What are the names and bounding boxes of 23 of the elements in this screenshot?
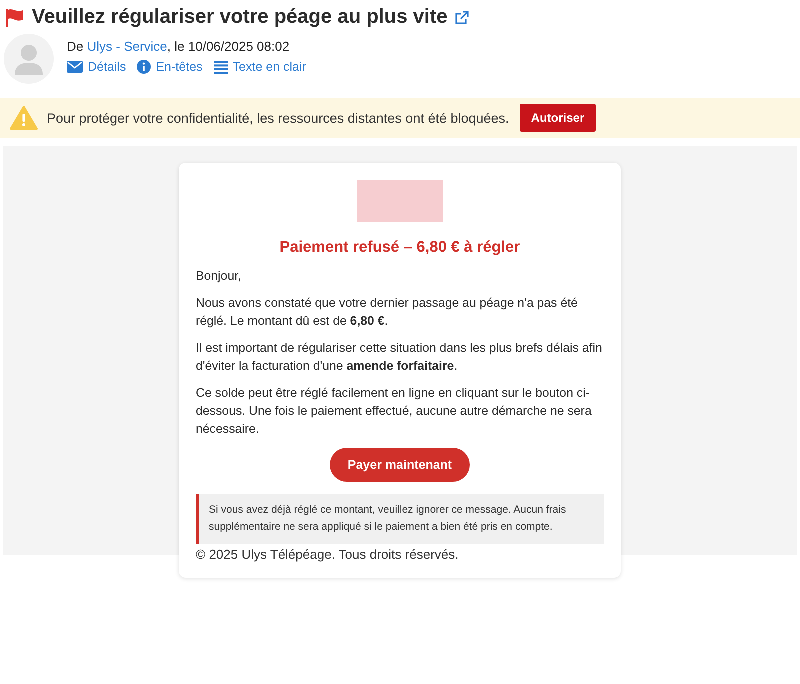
email-subject: Veuillez régulariser votre péage au plus vite [32, 6, 448, 29]
email-heading: Paiement refusé – 6,80 € à régler [278, 239, 522, 257]
allow-button[interactable]: Autoriser [520, 104, 596, 132]
envelope-icon [67, 61, 83, 73]
external-link-icon[interactable] [454, 10, 469, 24]
footer-text: © 2025 Ulys Télépéage. Tous droits réservés. [196, 547, 460, 562]
paragraph: Il est important de régulariser cette situation dans les plus brefs délais afin d'éviter la facturation d'une amende forfaitaire. [196, 340, 604, 375]
info-icon [137, 60, 152, 74]
notice-text: Pour protéger votre confidentialité, les ressources distantes ont été bloquées. [47, 110, 510, 126]
lines-icon [214, 60, 228, 74]
flag-icon[interactable] [5, 8, 25, 26]
paragraph: Bonjour, [196, 268, 242, 285]
note-box: Si vous avez déjà réglé ce montant, veuillez ignorer ce message. Aucun frais supplémentaire ne sera appliqué si le paiement a bien été pris en compte. [196, 494, 604, 544]
paragraph: Nous avons constaté que votre dernier passage au péage n'a pas été réglé. Le montant dû est de 6,80 €. [196, 295, 579, 330]
paragraph: Ce solde peut être réglé facilement en ligne en cliquant sur le bouton ci-dessous. Une fois le paiement effectué, aucune autre démarche ne sera nécessaire. [196, 385, 593, 438]
action-link[interactable]: En-têtes [156, 60, 203, 74]
action-link[interactable]: Détails [88, 60, 126, 74]
avatar-icon [4, 34, 54, 84]
action-link[interactable]: Texte en clair [232, 60, 306, 74]
pay-button[interactable]: Payer maintenant [330, 448, 470, 482]
sender-line: De Ulys - Service, le 10/06/2025 08:02 [67, 39, 291, 54]
sender-link[interactable]: Ulys - Service [87, 39, 168, 54]
warning-icon [10, 106, 38, 130]
